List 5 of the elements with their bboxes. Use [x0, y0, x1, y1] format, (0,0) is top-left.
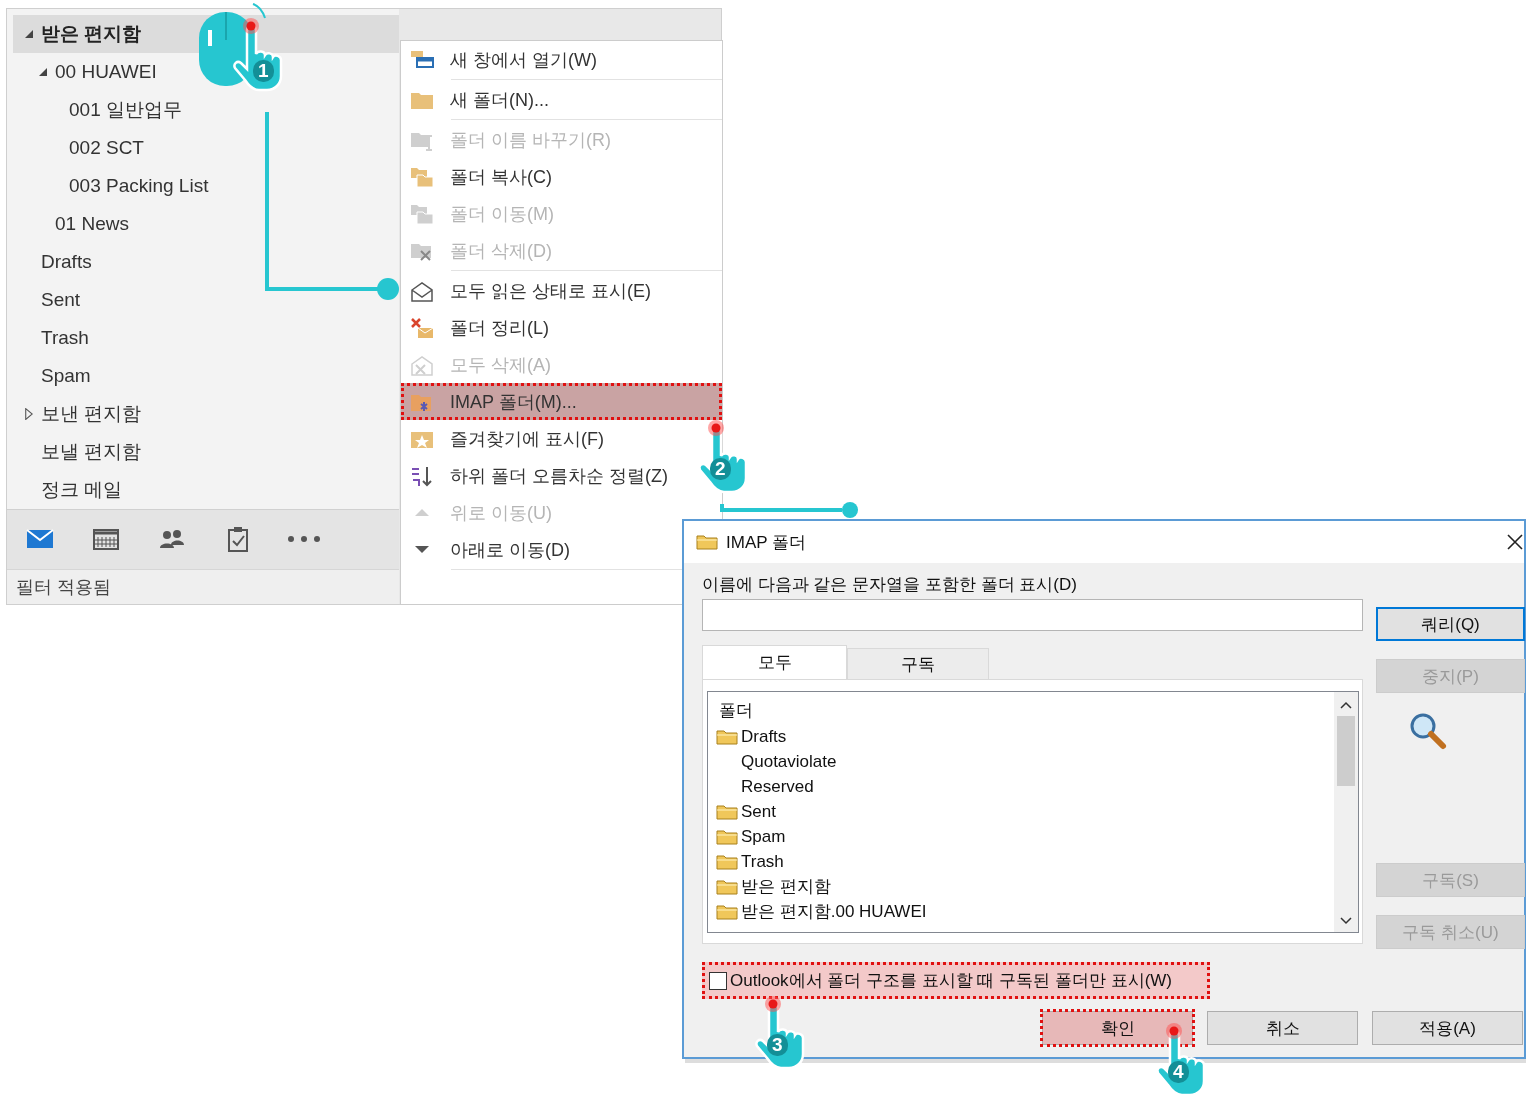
column-header: 폴더	[719, 699, 753, 722]
dialog-title: IMAP 폴더	[726, 531, 806, 554]
step-number: 4	[1168, 1061, 1189, 1083]
field-label: 이름에 다음과 같은 문자열을 포함한 폴더 표시(D)	[702, 573, 1077, 596]
status-text: 필터 적용됨	[16, 575, 111, 599]
